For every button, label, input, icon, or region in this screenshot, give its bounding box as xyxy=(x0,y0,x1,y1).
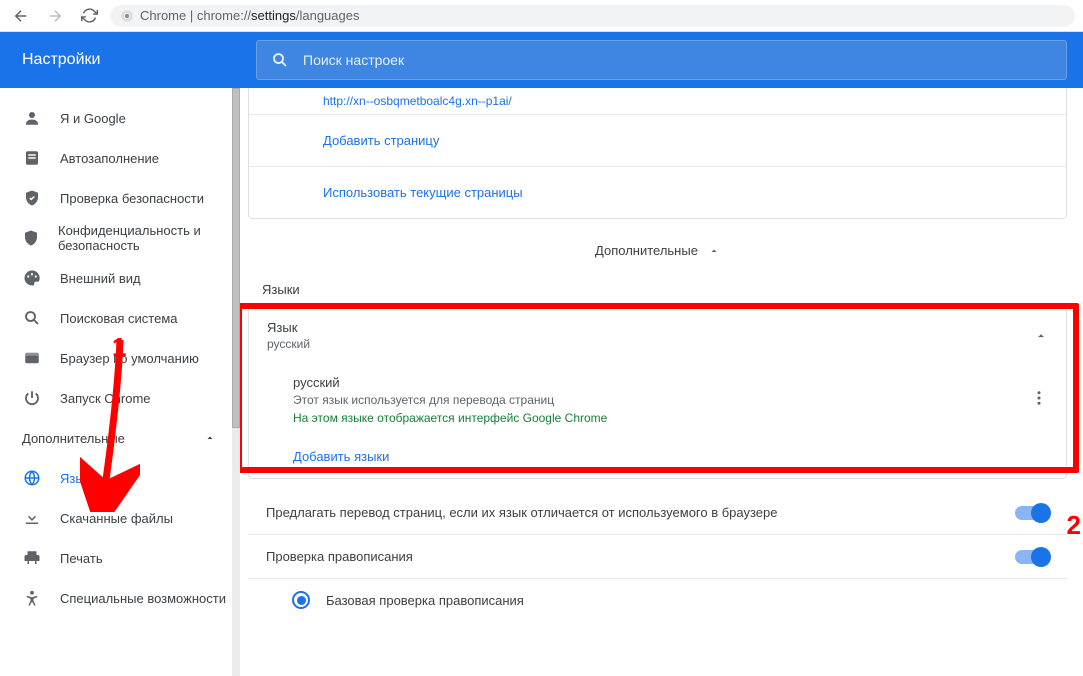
basic-spellcheck-row[interactable]: Базовая проверка правописания xyxy=(248,579,1067,621)
sidebar-list: Я и Google Автозаполнение Проверка безоп… xyxy=(0,88,240,618)
person-icon xyxy=(22,108,42,128)
back-button[interactable] xyxy=(8,3,34,29)
annotation-number-2: 2 xyxy=(1067,510,1081,541)
browser-toolbar: Chrome | chrome://settings/languages xyxy=(0,0,1083,32)
spellcheck-option-row: Проверка правописания xyxy=(248,535,1067,579)
languages-section-title: Языки xyxy=(262,282,1075,297)
translate-option-label: Предлагать перевод страниц, если их язык… xyxy=(266,505,778,520)
shield-check-icon xyxy=(22,188,42,208)
search-input[interactable] xyxy=(303,52,1052,68)
shield-icon xyxy=(22,228,40,248)
language-description: Этот язык используется для перевода стра… xyxy=(293,393,607,407)
sidebar-item-label: Печать xyxy=(60,551,103,566)
sidebar-item-label: Специальные возможности xyxy=(60,591,226,606)
language-ui-note: На этом языке отображается интерфейс Goo… xyxy=(293,411,607,425)
sidebar-item-languages[interactable]: Языки xyxy=(0,458,240,498)
app-title: Настройки xyxy=(0,32,240,88)
print-icon xyxy=(22,548,42,568)
sidebar-item-label: Скачанные файлы xyxy=(60,511,173,526)
add-languages-link[interactable]: Добавить языки xyxy=(249,435,1066,478)
language-item: русский Этот язык используется для перев… xyxy=(249,365,1066,435)
sidebar-item-default-browser[interactable]: Браузер по умолчанию xyxy=(0,338,240,378)
translate-option-row: Предлагать перевод страниц, если их язык… xyxy=(248,491,1067,535)
settings-search-bar xyxy=(240,32,1083,88)
startup-pages-card: http://xn--osbqmetboalc4g.xn--p1ai/ Доба… xyxy=(248,88,1067,219)
sidebar-scrollbar[interactable] xyxy=(232,88,240,676)
basic-spellcheck-label: Базовая проверка правописания xyxy=(326,593,524,608)
sidebar-item-print[interactable]: Печать xyxy=(0,538,240,578)
globe-icon xyxy=(22,468,42,488)
add-page-link[interactable]: Добавить страницу xyxy=(249,115,1066,167)
sidebar-section-label: Дополнительные xyxy=(22,431,125,446)
sidebar-item-startup[interactable]: Запуск Chrome xyxy=(0,378,240,418)
use-current-pages-link[interactable]: Использовать текущие страницы xyxy=(249,167,1066,218)
chevron-up-icon xyxy=(1034,329,1048,343)
sidebar: Настройки Я и Google Автозаполнение Пров… xyxy=(0,32,240,676)
form-icon xyxy=(22,148,42,168)
translate-toggle[interactable] xyxy=(1015,506,1049,520)
language-header-value: русский xyxy=(267,337,310,351)
sidebar-item-accessibility[interactable]: Специальные возможности xyxy=(0,578,240,618)
main-panel: http://xn--osbqmetboalc4g.xn--p1ai/ Доба… xyxy=(240,32,1083,676)
more-vert-icon xyxy=(1030,389,1048,407)
sidebar-item-appearance[interactable]: Внешний вид xyxy=(0,258,240,298)
more-options-button[interactable] xyxy=(1030,389,1048,412)
language-header-row[interactable]: Язык русский xyxy=(249,306,1066,365)
chevron-up-icon xyxy=(708,245,720,257)
accessibility-icon xyxy=(22,588,42,608)
search-icon xyxy=(22,308,42,328)
reload-button[interactable] xyxy=(76,3,102,29)
chevron-up-icon xyxy=(204,432,216,444)
sidebar-item-label: Проверка безопасности xyxy=(60,191,204,206)
advanced-toggle[interactable]: Дополнительные xyxy=(240,243,1075,258)
address-bar[interactable]: Chrome | chrome://settings/languages xyxy=(110,5,1075,27)
palette-icon xyxy=(22,268,42,288)
sidebar-item-label: Конфиденциальность и безопасность xyxy=(58,223,240,253)
sidebar-advanced-toggle[interactable]: Дополнительные xyxy=(0,418,240,458)
browser-icon xyxy=(22,348,42,368)
content-area: http://xn--osbqmetboalc4g.xn--p1ai/ Доба… xyxy=(240,88,1083,676)
sidebar-item-autofill[interactable]: Автозаполнение xyxy=(0,138,240,178)
sidebar-item-privacy[interactable]: Конфиденциальность и безопасность xyxy=(0,218,240,258)
sidebar-item-label: Внешний вид xyxy=(60,271,141,286)
download-icon xyxy=(22,508,42,528)
language-name: русский xyxy=(293,375,607,390)
language-card: Язык русский русский Этот язык используе… xyxy=(248,305,1067,479)
forward-button[interactable] xyxy=(42,3,68,29)
sidebar-item-label: Браузер по умолчанию xyxy=(60,351,199,366)
sidebar-item-label: Поисковая система xyxy=(60,311,178,326)
sidebar-item-label: Автозаполнение xyxy=(60,151,159,166)
page-url-row: http://xn--osbqmetboalc4g.xn--p1ai/ xyxy=(249,88,1066,115)
chrome-icon xyxy=(120,9,134,23)
spellcheck-toggle[interactable] xyxy=(1015,550,1049,564)
search-icon xyxy=(271,51,289,69)
sidebar-item-search[interactable]: Поисковая система xyxy=(0,298,240,338)
sidebar-item-downloads[interactable]: Скачанные файлы xyxy=(0,498,240,538)
sidebar-item-label: Я и Google xyxy=(60,111,126,126)
language-header-label: Язык xyxy=(267,320,310,335)
sidebar-item-label: Языки xyxy=(60,471,98,486)
search-field[interactable] xyxy=(256,40,1067,80)
sidebar-item-safety[interactable]: Проверка безопасности xyxy=(0,178,240,218)
sidebar-item-me-google[interactable]: Я и Google xyxy=(0,98,240,138)
basic-spellcheck-radio[interactable] xyxy=(292,591,310,609)
power-icon xyxy=(22,388,42,408)
url-text: Chrome | chrome://settings/languages xyxy=(140,8,359,23)
sidebar-item-label: Запуск Chrome xyxy=(60,391,151,406)
spellcheck-option-label: Проверка правописания xyxy=(266,549,413,564)
